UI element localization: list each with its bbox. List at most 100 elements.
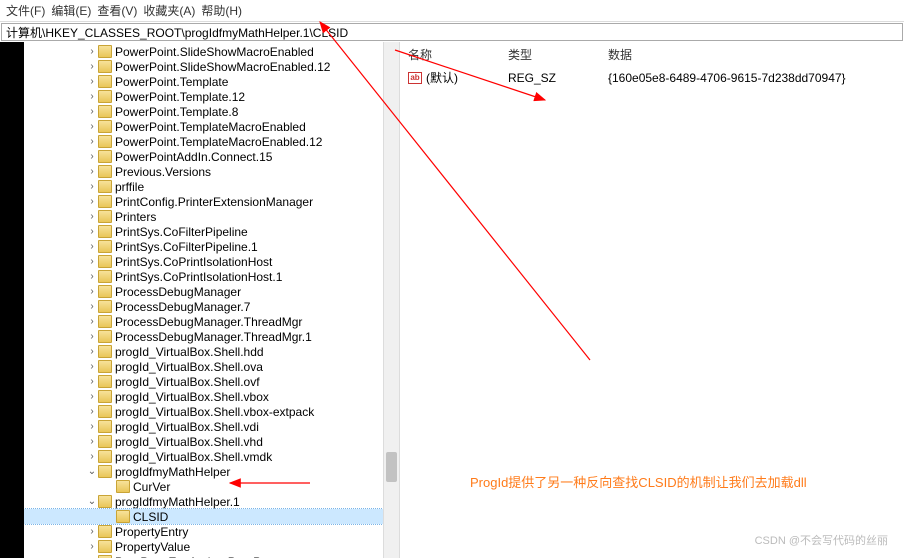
- tree-node[interactable]: ›PowerPointAddIn.Connect.15: [24, 149, 399, 164]
- tree-node[interactable]: ›PowerPoint.Template.12: [24, 89, 399, 104]
- tree-node[interactable]: ›Printers: [24, 209, 399, 224]
- column-headers[interactable]: 名称 类型 数据: [400, 42, 904, 67]
- tree-node[interactable]: ⌄ progIdfmyMathHelper: [24, 464, 399, 479]
- tree-node[interactable]: › prffile: [24, 179, 399, 194]
- registry-tree[interactable]: ›PowerPoint.SlideShowMacroEnabled›PowerP…: [24, 42, 400, 558]
- tree-node-label: progId_VirtualBox.Shell.ovf: [115, 375, 260, 389]
- value-row[interactable]: ab (默认) REG_SZ {160e05e8-6489-4706-9615-…: [400, 67, 904, 88]
- tree-node[interactable]: › ProcessDebugManager.ThreadMgr.1: [24, 329, 399, 344]
- tree-node[interactable]: ›ProcessDebugManager: [24, 284, 399, 299]
- chevron-right-icon[interactable]: ›: [86, 91, 98, 102]
- chevron-right-icon[interactable]: ›: [86, 136, 98, 147]
- tree-node[interactable]: › PrintConfig.PrinterExtensionManager: [24, 194, 399, 209]
- tree-node[interactable]: ›PowerPoint.SlideShowMacroEnabled: [24, 44, 399, 59]
- tree-node-label: ProcessDebugManager.ThreadMgr.1: [115, 330, 312, 344]
- tree-node[interactable]: ›PowerPoint.TemplateMacroEnabled.12: [24, 134, 399, 149]
- folder-icon: [98, 60, 112, 73]
- tree-node[interactable]: ⌄progIdfmyMathHelper.1: [24, 494, 399, 509]
- col-type[interactable]: 类型: [508, 46, 608, 63]
- tree-node[interactable]: › PropertyEntry: [24, 524, 399, 539]
- tree-node[interactable]: ›PowerPoint.Template: [24, 74, 399, 89]
- tree-node-label: progId_VirtualBox.Shell.vbox: [115, 390, 269, 404]
- tree-node-label: PropertyEntry: [115, 525, 188, 539]
- chevron-right-icon[interactable]: ›: [86, 451, 98, 462]
- chevron-right-icon[interactable]: ›: [86, 226, 98, 237]
- chevron-right-icon[interactable]: ›: [86, 391, 98, 402]
- tree-node[interactable]: › progId_VirtualBox.Shell.vbox: [24, 389, 399, 404]
- chevron-down-icon[interactable]: ⌄: [86, 496, 98, 507]
- chevron-down-icon[interactable]: ⌄: [86, 466, 98, 477]
- folder-icon: [98, 225, 112, 238]
- tree-node[interactable]: ›progId_VirtualBox.Shell.hdd: [24, 344, 399, 359]
- chevron-right-icon[interactable]: ›: [86, 61, 98, 72]
- tree-node[interactable]: ›PrintSys.CoPrintIsolationHost.1: [24, 269, 399, 284]
- menu-edit[interactable]: 编辑(E): [51, 2, 91, 19]
- tree-node[interactable]: ›PrintSys.CoPrintIsolationHost: [24, 254, 399, 269]
- tree-node[interactable]: ›PowerPoint.Template.8: [24, 104, 399, 119]
- col-data[interactable]: 数据: [608, 46, 904, 63]
- tree-node-label: PrintSys.CoFilterPipeline: [115, 225, 248, 239]
- chevron-right-icon[interactable]: ›: [86, 166, 98, 177]
- chevron-right-icon[interactable]: ›: [86, 361, 98, 372]
- tree-node[interactable]: ›progId_VirtualBox.Shell.vbox-extpack: [24, 404, 399, 419]
- chevron-right-icon[interactable]: ›: [86, 211, 98, 222]
- chevron-right-icon[interactable]: ›: [86, 121, 98, 132]
- folder-icon: [98, 405, 112, 418]
- chevron-right-icon[interactable]: ›: [86, 331, 98, 342]
- chevron-right-icon[interactable]: ›: [86, 151, 98, 162]
- address-bar[interactable]: 计算机\HKEY_CLASSES_ROOT\progIdfmyMathHelpe…: [1, 23, 903, 41]
- tree-node[interactable]: ›progId_VirtualBox.Shell.vmdk: [24, 449, 399, 464]
- chevron-right-icon[interactable]: ›: [86, 196, 98, 207]
- chevron-right-icon[interactable]: ›: [86, 106, 98, 117]
- chevron-right-icon[interactable]: ›: [86, 301, 98, 312]
- chevron-right-icon[interactable]: ›: [86, 526, 98, 537]
- tree-node[interactable]: ›ProcessDebugManager.ThreadMgr: [24, 314, 399, 329]
- chevron-right-icon[interactable]: ›: [86, 436, 98, 447]
- menu-view[interactable]: 查看(V): [97, 2, 137, 19]
- chevron-right-icon[interactable]: ›: [86, 46, 98, 57]
- chevron-right-icon[interactable]: ›: [86, 376, 98, 387]
- tree-node[interactable]: ›progId_VirtualBox.Shell.vdi: [24, 419, 399, 434]
- chevron-right-icon[interactable]: ›: [86, 271, 98, 282]
- scrollbar[interactable]: [383, 42, 399, 558]
- tree-node[interactable]: ›PrintSys.CoFilterPipeline.1: [24, 239, 399, 254]
- folder-icon: [98, 420, 112, 433]
- tree-node-label: prffile: [115, 180, 144, 194]
- tree-node-label: progIdfmyMathHelper: [115, 465, 230, 479]
- chevron-right-icon[interactable]: ›: [86, 541, 98, 552]
- tree-node[interactable]: ›PropPageExt.AndreaPropPage: [24, 554, 399, 558]
- tree-node[interactable]: ›PowerPoint.SlideShowMacroEnabled.12: [24, 59, 399, 74]
- tree-node[interactable]: ›PropertyValue: [24, 539, 399, 554]
- chevron-right-icon[interactable]: ›: [86, 256, 98, 267]
- col-name[interactable]: 名称: [408, 46, 508, 63]
- folder-icon: [98, 135, 112, 148]
- chevron-right-icon[interactable]: ›: [86, 286, 98, 297]
- tree-node[interactable]: › PrintSys.CoFilterPipeline: [24, 224, 399, 239]
- folder-icon: [98, 45, 112, 58]
- folder-icon: [98, 540, 112, 553]
- chevron-right-icon[interactable]: ›: [86, 181, 98, 192]
- tree-node[interactable]: ›ProcessDebugManager.7: [24, 299, 399, 314]
- scrollbar-thumb[interactable]: [386, 452, 397, 482]
- chevron-right-icon[interactable]: ›: [86, 241, 98, 252]
- chevron-right-icon[interactable]: ›: [86, 406, 98, 417]
- tree-node[interactable]: ›progId_VirtualBox.Shell.vhd: [24, 434, 399, 449]
- chevron-right-icon[interactable]: ›: [86, 76, 98, 87]
- menu-favorites[interactable]: 收藏夹(A): [143, 2, 195, 19]
- folder-icon: [98, 105, 112, 118]
- left-strip: [0, 42, 24, 558]
- menu-help[interactable]: 帮助(H): [201, 2, 242, 19]
- tree-node[interactable]: ›Previous.Versions: [24, 164, 399, 179]
- menu-file[interactable]: 文件(F): [6, 2, 45, 19]
- tree-node-label: PrintConfig.PrinterExtensionManager: [115, 195, 313, 209]
- watermark: CSDN @不会写代码的丝丽: [755, 532, 888, 548]
- tree-node[interactable]: › progId_VirtualBox.Shell.ovf: [24, 374, 399, 389]
- tree-node[interactable]: ›PowerPoint.TemplateMacroEnabled: [24, 119, 399, 134]
- chevron-right-icon[interactable]: ›: [86, 421, 98, 432]
- tree-node[interactable]: CLSID: [24, 509, 399, 524]
- tree-node[interactable]: ›progId_VirtualBox.Shell.ova: [24, 359, 399, 374]
- folder-icon: [116, 480, 130, 493]
- chevron-right-icon[interactable]: ›: [86, 316, 98, 327]
- chevron-right-icon[interactable]: ›: [86, 346, 98, 357]
- tree-node[interactable]: CurVer: [24, 479, 399, 494]
